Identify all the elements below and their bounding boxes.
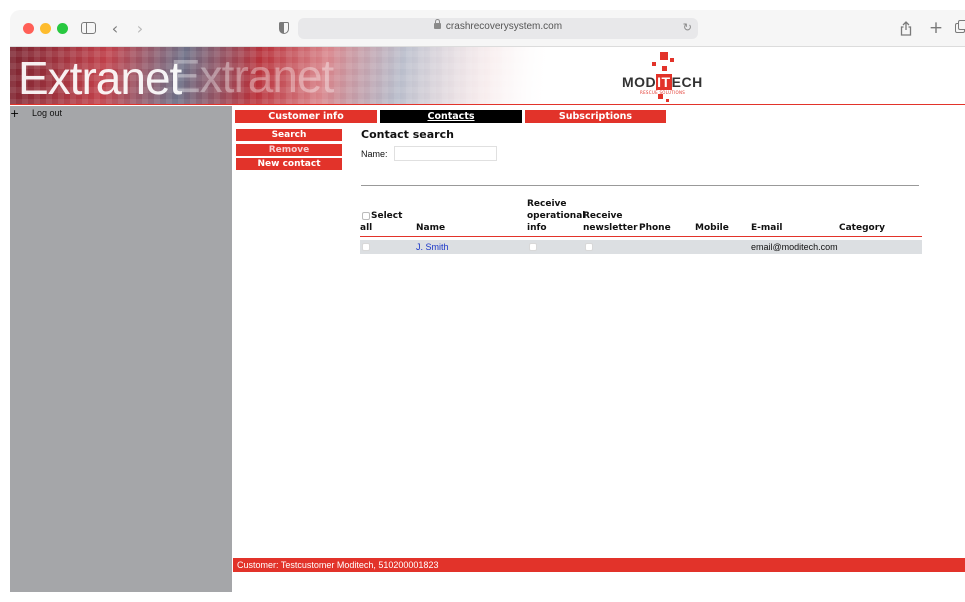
sidebar-icon[interactable] (78, 17, 98, 39)
url-text: crashrecoverysystem.com (445, 21, 563, 32)
browser-window: ‹ › crashrecoverysystem.com ↻ + Extranet… (0, 0, 965, 602)
banner-divider (10, 104, 965, 105)
row-newsletter-checkbox[interactable] (585, 243, 593, 251)
tab-customer-info[interactable]: Customer info (235, 110, 377, 123)
header-operational-line1: Receive (527, 199, 567, 209)
new-contact-button[interactable]: New contact (236, 158, 342, 170)
page-title: Contact search (361, 128, 454, 141)
header-newsletter-line2: newsletter (583, 223, 638, 233)
header-operational-line2: operational (527, 211, 586, 221)
chevron-right-icon[interactable]: › (132, 17, 148, 39)
search-button[interactable]: Search (236, 129, 342, 141)
header-select-all-line2: all (360, 223, 373, 233)
zoom-window-button[interactable] (57, 23, 68, 34)
tab-subscriptions[interactable]: Subscriptions (525, 110, 666, 123)
moditech-logo: MODITECH RESCUE SOLUTIONS (622, 50, 712, 102)
row-operational-checkbox[interactable] (529, 243, 537, 251)
select-all-checkbox[interactable] (362, 212, 370, 220)
header-mobile: Mobile (695, 223, 729, 233)
header-name: Name (416, 223, 446, 233)
name-search-input[interactable] (394, 146, 497, 161)
chevron-left-icon[interactable]: ‹ (107, 17, 123, 39)
tab-contacts[interactable]: Contacts (380, 110, 522, 123)
minimize-window-button[interactable] (40, 23, 51, 34)
header-operational-line3: info (527, 223, 547, 233)
plus-icon[interactable]: + (928, 17, 944, 39)
left-sidebar (10, 106, 232, 592)
row-email: email@moditech.com (751, 242, 838, 252)
reload-icon[interactable]: ↻ (683, 21, 692, 34)
row-select-checkbox[interactable] (362, 243, 370, 251)
header-email: E-mail (751, 223, 783, 233)
expand-icon[interactable]: + (10, 107, 19, 120)
site-banner: Extranet Extranet MODITECH RESCUE SOLUTI… (10, 47, 965, 105)
header-select-all: Select (371, 211, 403, 221)
remove-button[interactable]: Remove (236, 144, 342, 156)
tabs-icon[interactable] (953, 17, 965, 39)
table-header-rule (360, 236, 922, 237)
name-label: Name: (361, 149, 388, 159)
banner-watermark: Extranet (170, 50, 334, 102)
contact-name-link[interactable]: J. Smith (416, 242, 449, 253)
shield-icon[interactable] (276, 17, 292, 39)
header-newsletter-line1: Receive (583, 211, 623, 221)
share-icon[interactable] (898, 17, 914, 39)
close-window-button[interactable] (23, 23, 34, 34)
header-phone: Phone (639, 223, 671, 233)
logout-link[interactable]: Log out (32, 108, 62, 118)
customer-footer: Customer: Testcustomer Moditech, 5102000… (233, 558, 965, 572)
address-bar[interactable]: crashrecoverysystem.com ↻ (298, 18, 698, 39)
lock-icon (433, 19, 441, 29)
header-category: Category (839, 223, 886, 233)
browser-toolbar: ‹ › crashrecoverysystem.com ↻ + (10, 10, 965, 47)
banner-title: Extranet (18, 52, 182, 104)
divider (361, 185, 919, 186)
